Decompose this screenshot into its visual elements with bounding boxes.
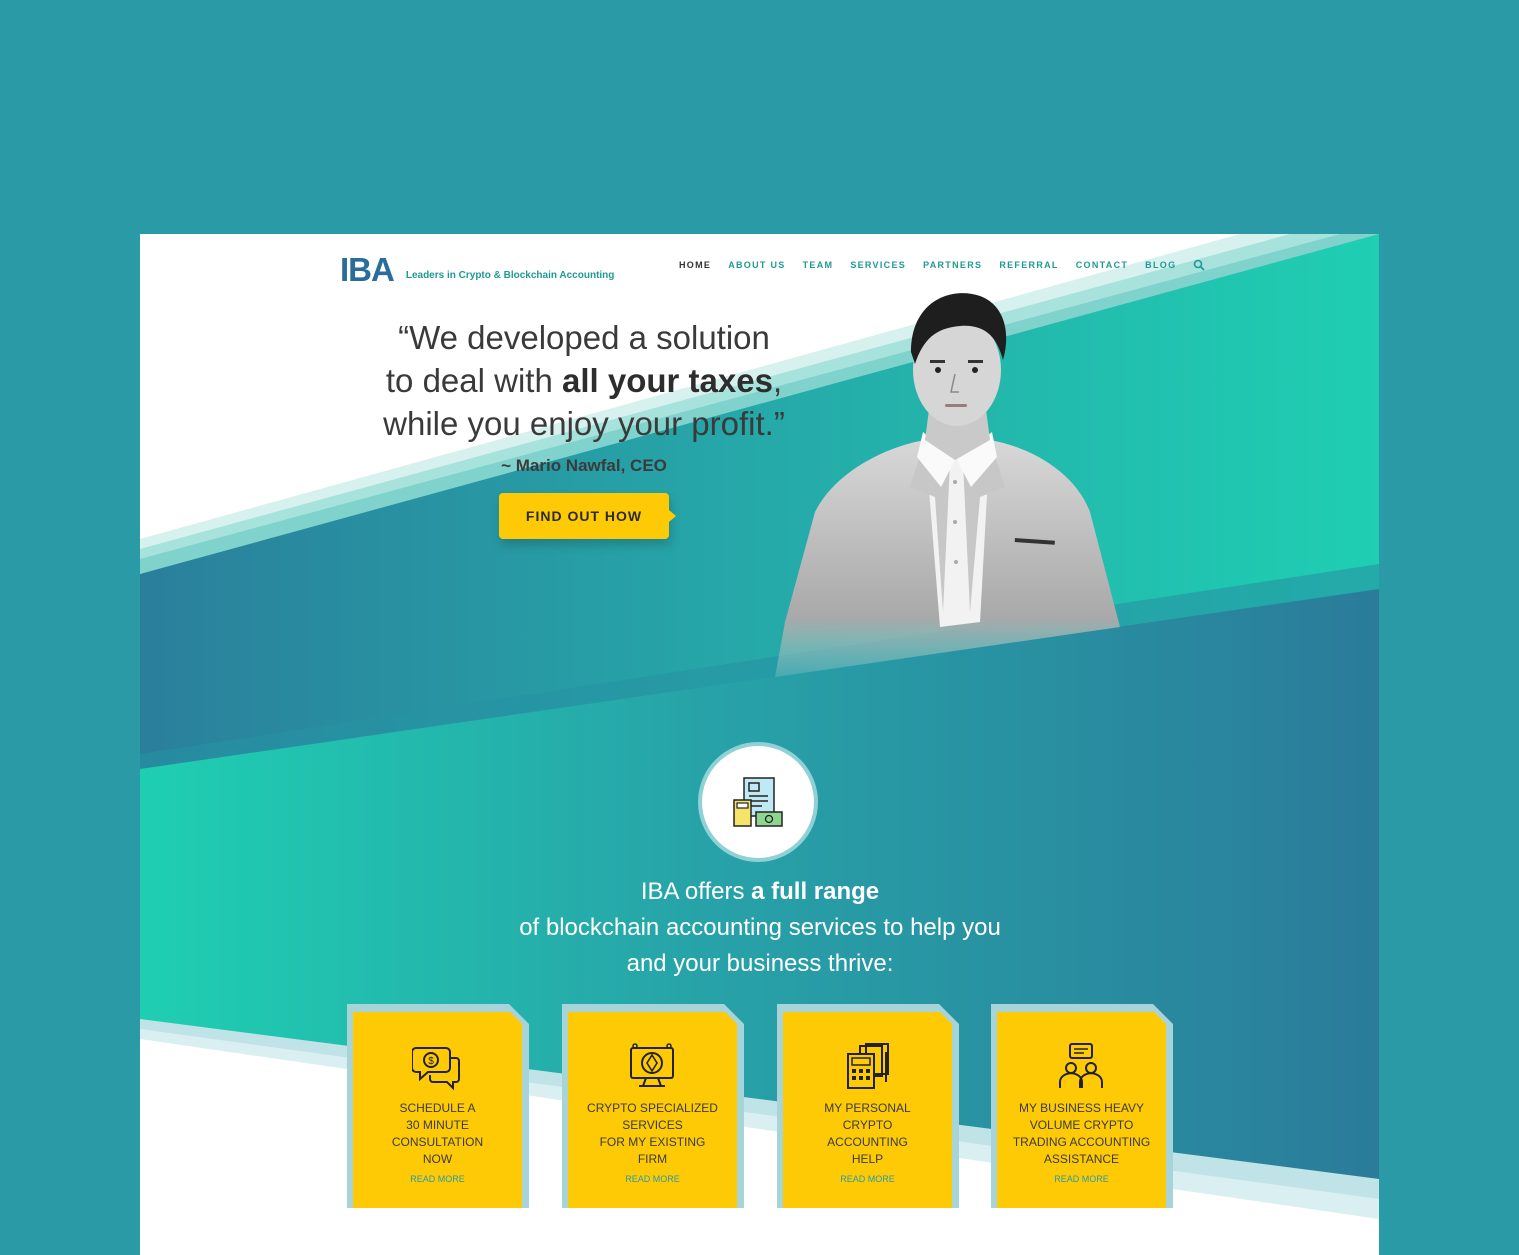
card-face[interactable]: CRYPTO SPECIALIZED SERVICES FOR MY EXIST… bbox=[568, 1012, 737, 1208]
nav-about-us[interactable]: ABOUT US bbox=[728, 260, 785, 270]
business-team-icon bbox=[1059, 1043, 1103, 1088]
nav-contact[interactable]: CONTACT bbox=[1076, 260, 1128, 270]
logo-tagline: Leaders in Crypto & Blockchain Accountin… bbox=[405, 269, 615, 281]
nav-referral[interactable]: REFERRAL bbox=[999, 260, 1058, 270]
card-face[interactable]: MY BUSINESS HEAVY VOLUME CRYPTO TRADING … bbox=[997, 1012, 1166, 1208]
service-card-personal[interactable]: MY PERSONAL CRYPTO ACCOUNTING HELP READ … bbox=[777, 1004, 959, 1208]
services-intro: IBA offers a full range of blockchain ac… bbox=[440, 874, 1080, 982]
quote-author: ~ Mario Nawfal, CEO bbox=[501, 456, 667, 475]
read-more-link[interactable]: READ MORE bbox=[353, 1174, 522, 1184]
landing-page: IBA Leaders in Crypto & Blockchain Accou… bbox=[140, 234, 1379, 1255]
card-title: MY PERSONAL CRYPTO ACCOUNTING HELP bbox=[824, 1101, 911, 1166]
nav-home[interactable]: HOME bbox=[679, 260, 711, 270]
intro-line-2: of blockchain accounting services to hel… bbox=[519, 914, 1001, 941]
read-more-link[interactable]: READ MORE bbox=[997, 1174, 1166, 1184]
service-card-consultation[interactable]: $ SCHEDULE A 30 MINUTE CONSULTATION NOW … bbox=[347, 1004, 529, 1208]
card-title: CRYPTO SPECIALIZED SERVICES FOR MY EXIST… bbox=[587, 1101, 718, 1166]
intro-line-1: IBA offers a full range bbox=[640, 878, 880, 905]
accounting-documents-icon-badge bbox=[702, 746, 814, 858]
read-more-link[interactable]: READ MORE bbox=[568, 1174, 737, 1184]
accounting-documents-icon bbox=[733, 777, 783, 827]
logo[interactable]: IBA Leaders in Crypto & Blockchain Accou… bbox=[340, 251, 614, 289]
svg-text:$: $ bbox=[428, 1056, 434, 1067]
service-card-crypto-firm[interactable]: CRYPTO SPECIALIZED SERVICES FOR MY EXIST… bbox=[562, 1004, 744, 1208]
quote-line-3: while you enjoy your profit.” bbox=[383, 405, 785, 442]
card-face[interactable]: MY PERSONAL CRYPTO ACCOUNTING HELP READ … bbox=[783, 1012, 952, 1208]
calculator-documents-icon bbox=[847, 1043, 889, 1089]
quote-line-1: “We developed a solution bbox=[398, 319, 770, 356]
card-face[interactable]: $ SCHEDULE A 30 MINUTE CONSULTATION NOW … bbox=[353, 1012, 522, 1208]
main-nav: HOME ABOUT US TEAM SERVICES PARTNERS REF… bbox=[679, 259, 1206, 271]
card-title: SCHEDULE A 30 MINUTE CONSULTATION NOW bbox=[391, 1101, 484, 1166]
nav-team[interactable]: TEAM bbox=[803, 260, 834, 270]
hero-quote: “We developed a solution to deal with al… bbox=[364, 316, 804, 445]
intro-line-3: and your business thrive: bbox=[626, 950, 894, 977]
consultation-chat-icon: $ bbox=[412, 1047, 460, 1091]
nav-blog[interactable]: BLOG bbox=[1145, 260, 1176, 270]
search-icon[interactable] bbox=[1193, 259, 1206, 271]
card-title: MY BUSINESS HEAVY VOLUME CRYPTO TRADING … bbox=[1012, 1101, 1151, 1166]
find-out-how-button[interactable]: FIND OUT HOW bbox=[499, 493, 676, 539]
nav-partners[interactable]: PARTNERS bbox=[923, 260, 982, 270]
nav-services[interactable]: SERVICES bbox=[850, 260, 906, 270]
service-card-business[interactable]: MY BUSINESS HEAVY VOLUME CRYPTO TRADING … bbox=[991, 1004, 1173, 1208]
crypto-monitor-icon bbox=[630, 1043, 674, 1087]
ceo-portrait bbox=[775, 293, 1120, 677]
logo-mark: IBA bbox=[340, 251, 395, 288]
quote-line-2: to deal with all your taxes, bbox=[385, 362, 783, 399]
read-more-link[interactable]: READ MORE bbox=[783, 1174, 952, 1184]
